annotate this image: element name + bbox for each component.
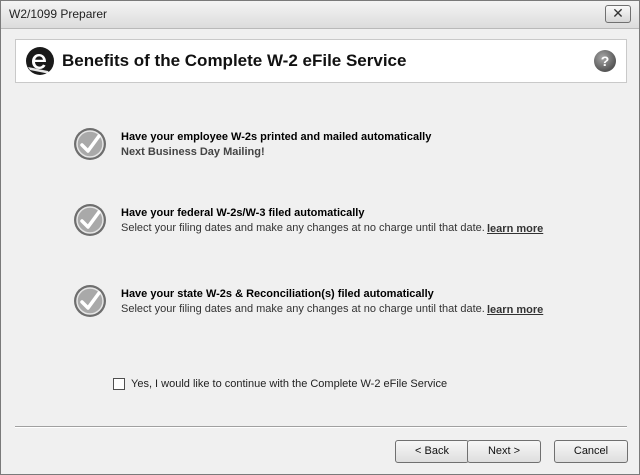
- header-banner: Benefits of the Complete W-2 eFile Servi…: [15, 39, 627, 83]
- close-button[interactable]: ✕: [605, 5, 631, 23]
- help-icon[interactable]: ?: [594, 50, 616, 72]
- benefit-title: Have your state W-2s & Reconciliation(s)…: [121, 288, 434, 300]
- cancel-button[interactable]: Cancel: [554, 440, 628, 463]
- dialog-window: W2/1099 Preparer ✕ Benefits of the Compl…: [0, 0, 640, 475]
- footer-divider: [15, 426, 627, 428]
- learn-more-link-federal[interactable]: learn more: [487, 223, 543, 235]
- page-title: Benefits of the Complete W-2 eFile Servi…: [62, 51, 407, 70]
- checkmark-circle-icon: [74, 128, 106, 160]
- benefit-subtitle: Select your filing dates and make any ch…: [121, 222, 485, 234]
- benefit-subtitle: Select your filing dates and make any ch…: [121, 303, 485, 315]
- checkmark-circle-icon: [74, 285, 106, 317]
- checkmark-circle-icon: [74, 204, 106, 236]
- title-bar: W2/1099 Preparer ✕: [1, 1, 639, 29]
- benefit-title: Have your employee W-2s printed and mail…: [121, 131, 432, 143]
- learn-more-link-state[interactable]: learn more: [487, 304, 543, 316]
- back-button[interactable]: < Back: [395, 440, 469, 463]
- opt-in-checkbox[interactable]: [113, 378, 125, 390]
- benefit-title: Have your federal W-2s/W-3 filed automat…: [121, 207, 365, 219]
- opt-in-label[interactable]: Yes, I would like to continue with the C…: [131, 378, 447, 390]
- benefit-subtitle: Next Business Day Mailing!: [121, 146, 265, 158]
- next-button[interactable]: Next >: [467, 440, 541, 463]
- efile-logo-icon: [26, 47, 54, 75]
- window-title: W2/1099 Preparer: [9, 7, 108, 21]
